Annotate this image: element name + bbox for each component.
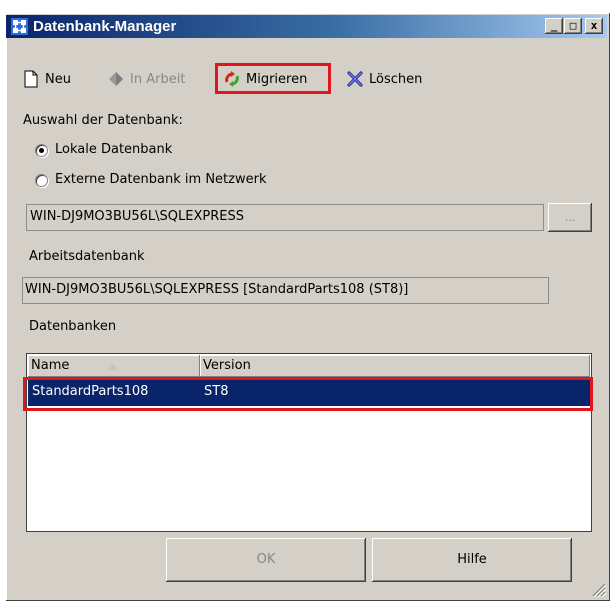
in-work-button[interactable]: In Arbeit — [107, 68, 185, 90]
delete-x-icon — [346, 70, 364, 88]
new-label: Neu — [45, 71, 71, 87]
migrate-label: Migrieren — [246, 71, 308, 87]
in-work-label: In Arbeit — [130, 71, 186, 87]
server-field[interactable]: WIN-DJ9MO3BU56L\SQLEXPRESS — [26, 204, 544, 231]
database-manager-icon — [11, 18, 28, 35]
network-db-radio[interactable] — [35, 174, 48, 187]
work-db-field: WIN-DJ9MO3BU56L\SQLEXPRESS [StandardPart… — [22, 277, 549, 304]
migrate-button[interactable]: Migrieren — [223, 68, 307, 90]
databases-label: Datenbanken — [29, 319, 117, 334]
radio-selected-dot — [39, 148, 44, 153]
delete-label: Löschen — [369, 71, 423, 87]
maximize-button[interactable]: □ — [564, 18, 582, 34]
network-db-label[interactable]: Externe Datenbank im Netzwerk — [55, 172, 266, 187]
title-bar[interactable]: Datenbank-Manager _ □ x — [6, 15, 607, 38]
window-title: Datenbank-Manager — [33, 18, 177, 35]
help-button[interactable]: Hilfe — [372, 538, 572, 582]
column-name-label: Name — [31, 358, 70, 373]
close-button[interactable]: x — [585, 18, 603, 34]
column-version-label: Version — [203, 358, 251, 373]
local-db-radio[interactable] — [35, 144, 48, 157]
minimize-button[interactable]: _ — [545, 18, 563, 34]
new-button[interactable]: Neu — [22, 68, 71, 90]
work-db-label: Arbeitsdatenbank — [29, 249, 145, 264]
migrate-icon — [223, 70, 241, 88]
column-header-version[interactable]: Version — [200, 355, 590, 376]
list-header: Name Version — [28, 355, 590, 377]
column-header-name[interactable]: Name — [28, 355, 200, 376]
selected-row-highlight-box — [23, 377, 593, 411]
browse-server-button[interactable]: ... — [548, 203, 592, 232]
local-db-label[interactable]: Lokale Datenbank — [55, 142, 172, 157]
db-selection-label: Auswahl der Datenbank: — [23, 113, 183, 128]
resize-grip-icon[interactable] — [592, 583, 607, 598]
new-document-icon — [22, 70, 40, 88]
in-work-icon — [107, 70, 125, 88]
ok-button[interactable]: OK — [166, 538, 366, 582]
dialog-window: Datenbank-Manager _ □ x Neu In Arbeit Mi… — [6, 13, 610, 601]
sort-ascending-icon — [108, 356, 118, 377]
delete-button[interactable]: Löschen — [346, 68, 422, 90]
